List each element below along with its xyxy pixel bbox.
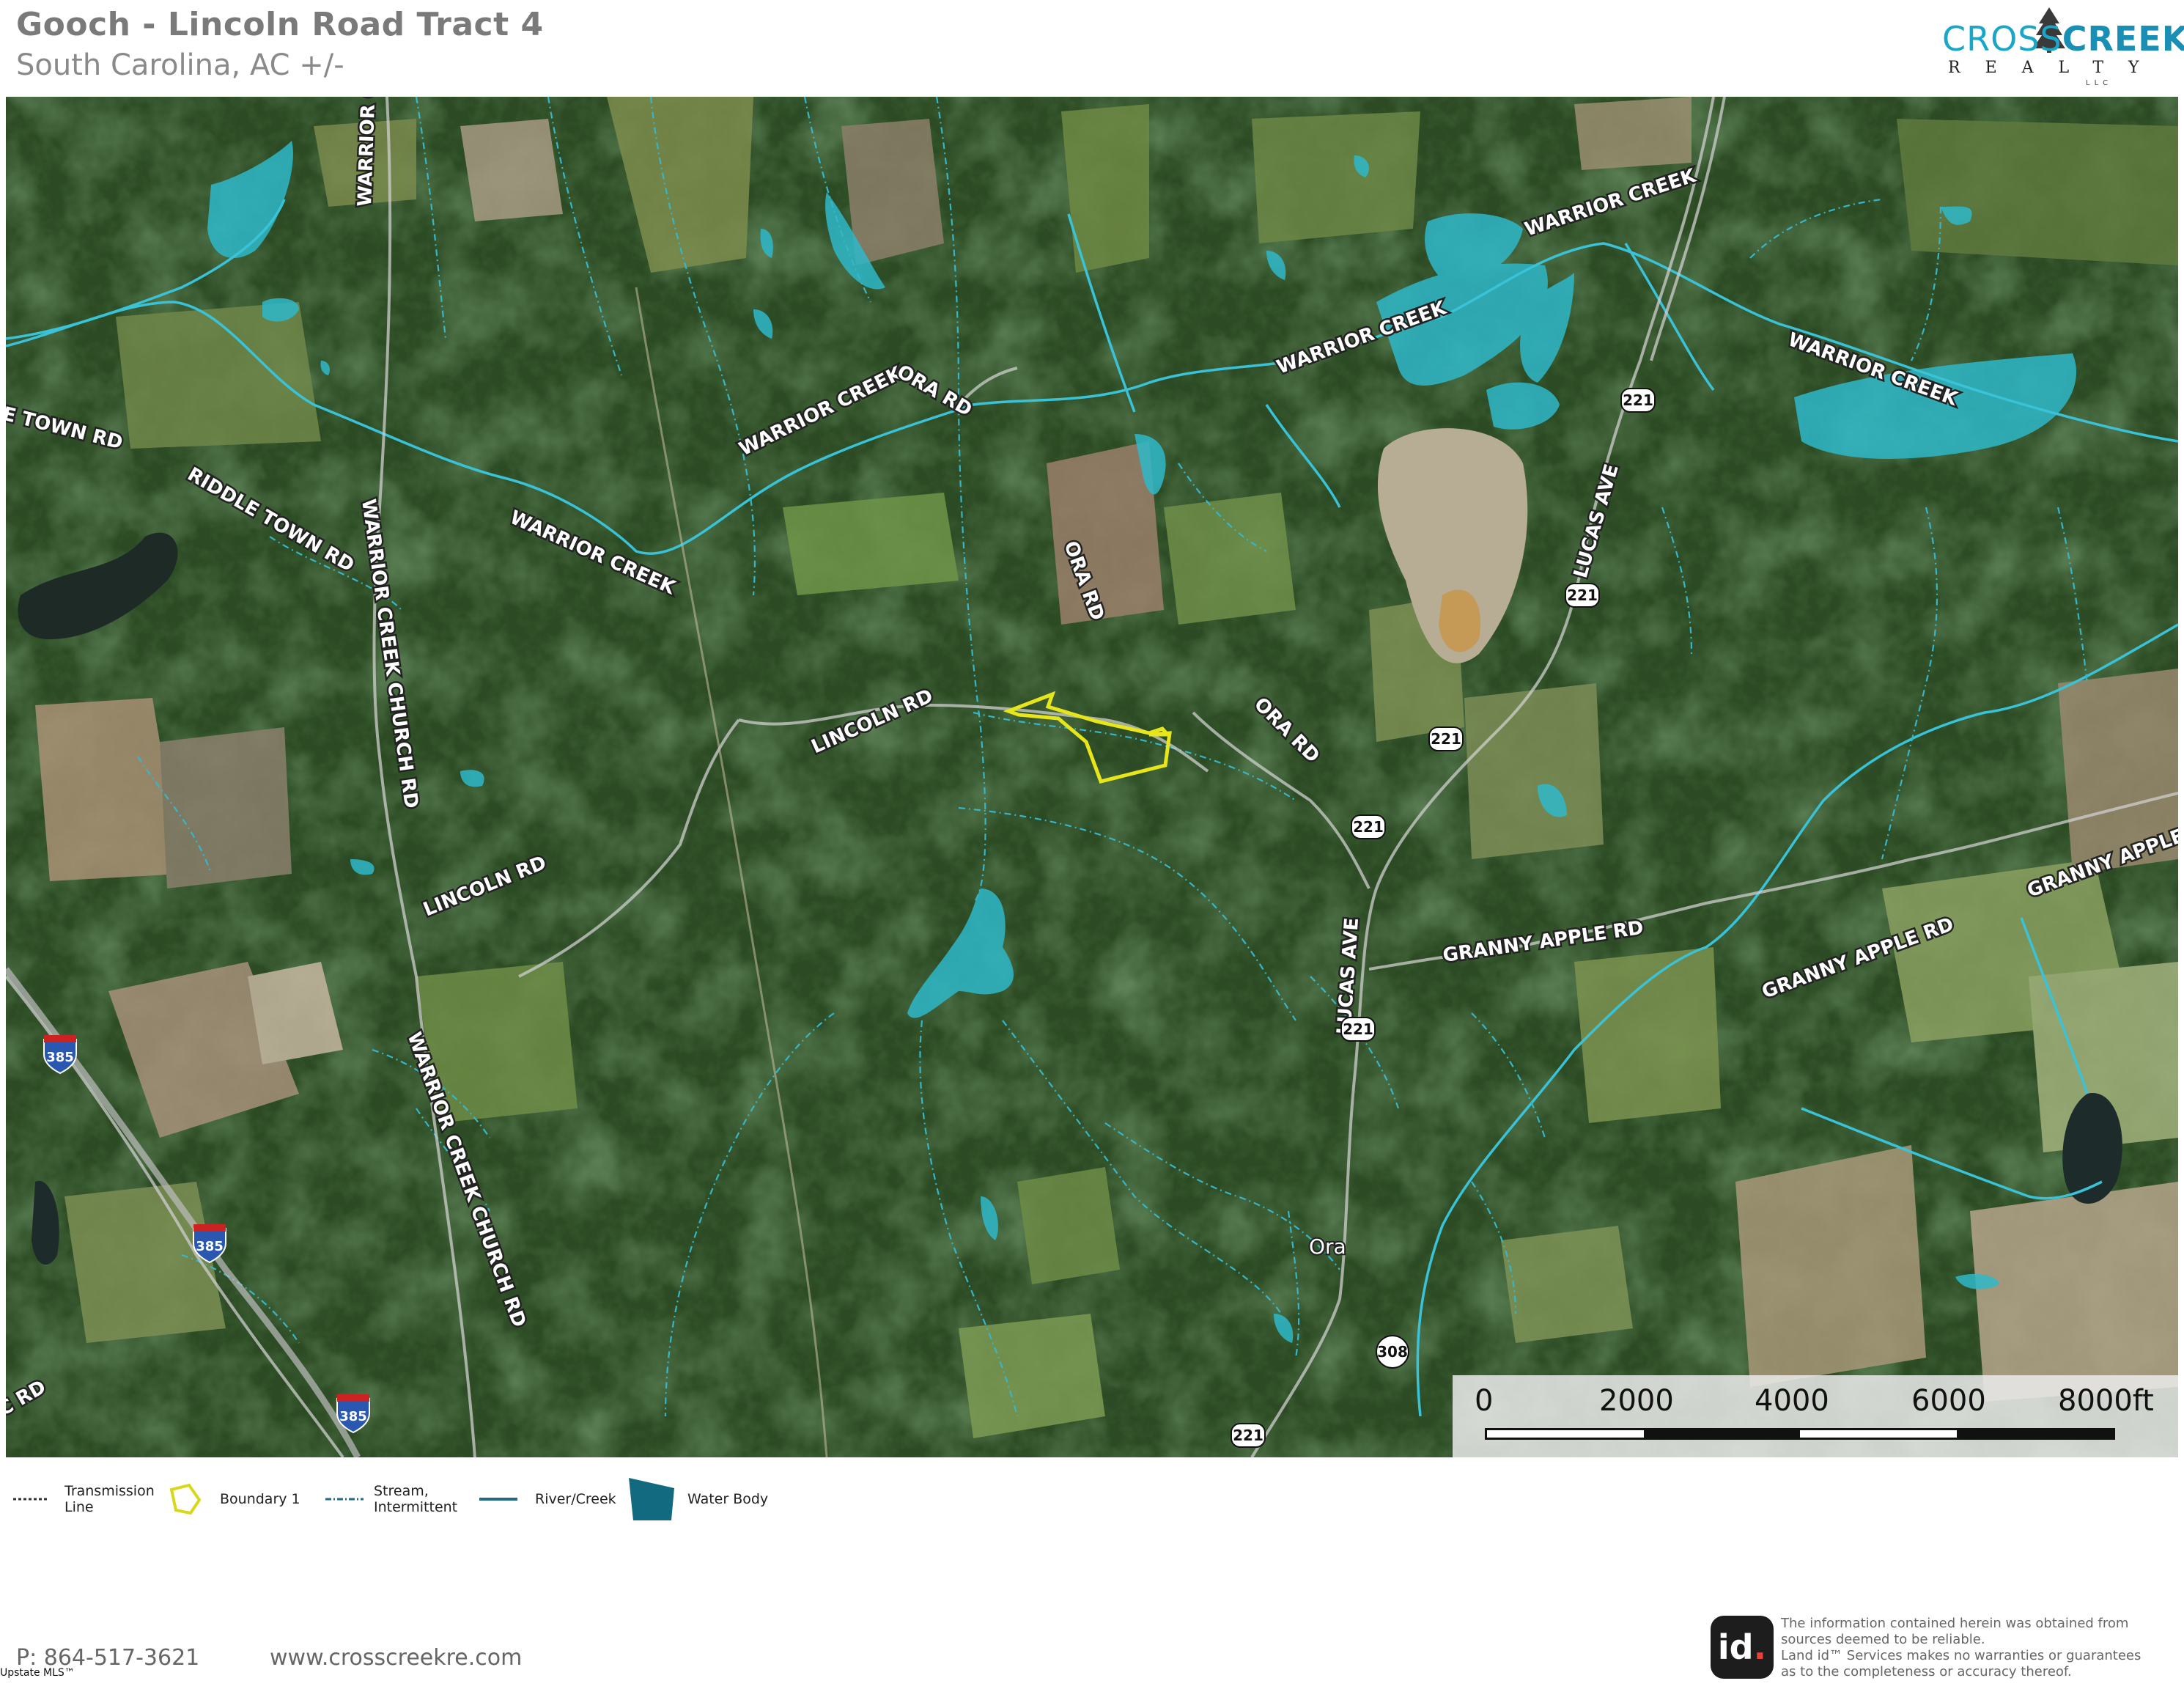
shield-308: 308 xyxy=(1377,1343,1408,1361)
legend-label-transmission: Transmission Line xyxy=(64,1483,155,1515)
map-legend: Transmission Line Boundary 1 Stream, Int… xyxy=(12,1473,1038,1525)
shield-221-a: 221 xyxy=(1623,391,1653,409)
page-title: Gooch - Lincoln Road Tract 4 xyxy=(16,6,544,43)
interstate-shield-385-a: 385 xyxy=(46,1050,74,1065)
aerial-map[interactable]: WARRIOR CR E TOWN RD RIDDLE TOWN RD WARR… xyxy=(6,97,2178,1457)
map-canvas: WARRIOR CR E TOWN RD RIDDLE TOWN RD WARR… xyxy=(6,97,2178,1457)
mls-logo: Upstate MLS™ xyxy=(0,1667,75,1679)
label-town-ora: Ora xyxy=(1309,1234,1346,1259)
stream-intermittent-icon xyxy=(325,1498,364,1501)
quarry-pit xyxy=(1439,589,1480,652)
scale-tick-4000: 4000 xyxy=(1755,1384,1829,1418)
shield-221-f: 221 xyxy=(1233,1427,1263,1444)
logo-text-main: CROSSCREEK xyxy=(1942,19,2184,59)
shield-221-d: 221 xyxy=(1353,818,1384,836)
shield-221-e: 221 xyxy=(1343,1020,1373,1038)
scale-tick-2000: 2000 xyxy=(1599,1384,1674,1418)
logo-text-realty: REALTY xyxy=(1948,59,2164,77)
interstate-shield-385-b: 385 xyxy=(196,1239,224,1254)
transmission-line-icon xyxy=(13,1498,47,1501)
legend-item-transmission: Transmission Line xyxy=(12,1473,155,1525)
legend-label-river: River/Creek xyxy=(535,1491,616,1507)
legend-label-water-body: Water Body xyxy=(687,1491,769,1507)
scale-bar: 0 2000 4000 6000 8000ft xyxy=(1453,1375,2178,1457)
scale-ruler xyxy=(1485,1428,2115,1440)
page-subtitle: South Carolina, AC +/- xyxy=(16,48,344,82)
legend-label-stream: Stream, Intermittent xyxy=(374,1483,458,1515)
legend-item-water-body: Water Body xyxy=(626,1473,768,1525)
legend-item-boundary: Boundary 1 xyxy=(167,1473,300,1525)
shield-221-b: 221 xyxy=(1567,586,1598,604)
scale-tick-0: 0 xyxy=(1475,1384,1494,1418)
river-creek-icon xyxy=(479,1498,517,1501)
land-id-logo: id. xyxy=(1711,1616,1774,1679)
disclaimer-text: The information contained herein was obt… xyxy=(1781,1616,2141,1679)
legend-label-boundary: Boundary 1 xyxy=(220,1491,300,1507)
legend-item-river: River/Creek xyxy=(478,1473,616,1525)
legend-item-stream: Stream, Intermittent xyxy=(324,1473,457,1525)
logo-text-llc: LLC xyxy=(2086,79,2113,87)
interstate-shield-385-c: 385 xyxy=(339,1409,367,1424)
water-body-icon xyxy=(629,1478,674,1520)
scale-tick-8000ft: 8000ft xyxy=(2058,1384,2154,1418)
contact-website[interactable]: www.crosscreekre.com xyxy=(270,1645,522,1671)
shield-221-c: 221 xyxy=(1431,730,1461,748)
scale-tick-6000: 6000 xyxy=(1911,1384,1986,1418)
boundary-icon xyxy=(169,1483,202,1515)
cross-creek-logo: CROSSCREEK REALTY LLC xyxy=(1942,7,2184,88)
